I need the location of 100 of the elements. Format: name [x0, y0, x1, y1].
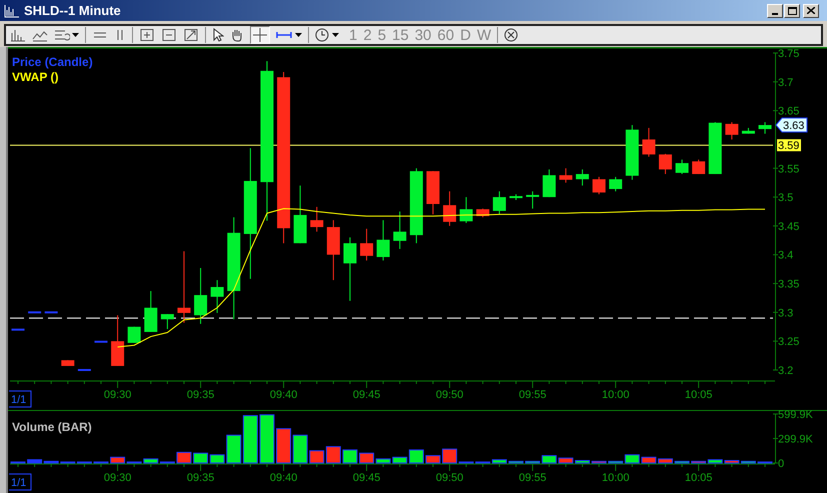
last-price-tag: 3.63: [775, 118, 808, 133]
candlestick: [609, 176, 622, 192]
hand-icon[interactable]: [230, 28, 244, 42]
zoom-in-icon[interactable]: [139, 28, 155, 42]
candlestick: [476, 208, 490, 218]
zoom-fit-icon[interactable]: [183, 28, 199, 42]
candlestick: [360, 228, 374, 261]
time-label: 10:05: [684, 472, 712, 484]
close-button[interactable]: [803, 4, 819, 18]
time-label: 09:40: [270, 389, 298, 402]
period-button[interactable]: 60: [437, 28, 454, 43]
volume-bar: [342, 449, 358, 464]
axis-label: 299.9K: [778, 434, 813, 446]
candlestick: [111, 314, 124, 366]
time-label: 09:40: [270, 472, 298, 484]
volume-bar: [94, 462, 108, 464]
page-indicator[interactable]: 1/1: [8, 390, 32, 408]
candlestick: [44, 311, 58, 314]
time-label: 10:00: [602, 472, 630, 484]
volume-bar: [260, 414, 274, 464]
period-button[interactable]: 30: [414, 28, 432, 43]
candlestick: [210, 280, 224, 314]
minimize-button[interactable]: [767, 4, 783, 18]
candlestick: [708, 122, 722, 175]
axis-label: 3.7: [778, 76, 794, 89]
volume-legend: Volume (BAR): [12, 420, 92, 434]
candlestick: [376, 220, 390, 261]
axis-label: 0: [778, 458, 784, 470]
volume-bar: [276, 428, 292, 464]
candlestick: [94, 340, 108, 343]
maximize-icon: [788, 6, 796, 15]
candlestick: [144, 290, 158, 332]
volume-bar: [758, 462, 772, 464]
candlestick: [393, 211, 406, 250]
period-button[interactable]: 2: [363, 28, 372, 43]
candlestick: [658, 153, 672, 175]
cancel-icon[interactable]: [504, 28, 518, 42]
volume-bar: [674, 460, 690, 464]
candlestick: [78, 369, 91, 372]
bar-chart-icon[interactable]: [10, 28, 26, 42]
minimize-icon: [772, 12, 778, 15]
candlestick: [344, 236, 356, 302]
crosshair-icon: [253, 28, 267, 42]
dropdown-icon[interactable]: [295, 33, 302, 38]
candlestick: [510, 194, 522, 200]
pointer-icon[interactable]: [212, 28, 224, 42]
candlestick: [542, 168, 556, 198]
candlestick: [559, 168, 572, 184]
candlestick: [326, 220, 340, 281]
candlestick: [28, 311, 42, 314]
candlestick: [160, 314, 174, 330]
time-label: 09:35: [186, 389, 214, 402]
candlestick: [310, 206, 324, 232]
candlestick: [626, 124, 639, 180]
volume-bar: [326, 446, 341, 464]
period-button[interactable]: 5: [378, 28, 386, 43]
time-label: 10:00: [602, 389, 630, 402]
zoom-out-icon[interactable]: [161, 28, 177, 42]
candlestick: [12, 328, 24, 331]
price-tag: 3.59: [777, 139, 801, 152]
line-tool-icon[interactable]: [276, 31, 292, 40]
dropdown-icon[interactable]: [332, 33, 339, 38]
axis-label: 3.25: [778, 336, 800, 348]
axis-label: 3.5: [778, 192, 794, 204]
candlestick: [128, 326, 141, 344]
candlestick: [526, 190, 540, 210]
period-button[interactable]: 15: [392, 28, 409, 43]
time-label: 09:50: [436, 472, 464, 484]
volume-bar: [176, 452, 192, 464]
time-label: 09:55: [518, 472, 546, 484]
axis-label: 3.45: [778, 220, 800, 233]
volume-bar: [193, 452, 208, 464]
candlestick: [692, 159, 706, 175]
axis-label: 3.2: [778, 365, 794, 378]
volume-bar: [426, 455, 440, 464]
axis-label: 3.35: [778, 278, 800, 291]
legend-label: Price (Candle): [12, 55, 93, 70]
time-label: 09:45: [352, 389, 380, 402]
axis-label: 3.55: [778, 163, 800, 176]
axis-label: 3.3: [778, 307, 794, 320]
candlestick: [294, 185, 307, 244]
period-button[interactable]: D: [460, 28, 471, 43]
volume-bar: [592, 460, 606, 464]
indicator-icon[interactable]: [54, 28, 70, 42]
maximize-button[interactable]: [784, 4, 800, 18]
clock-icon[interactable]: [315, 28, 329, 42]
time-label: 09:45: [352, 472, 380, 484]
time-label: 09:30: [104, 472, 132, 484]
candlestick: [758, 122, 772, 134]
candlestick: [742, 127, 755, 134]
crosshair-button[interactable]: [250, 26, 270, 44]
candlestick: [443, 190, 456, 226]
dropdown-icon[interactable]: [72, 33, 79, 38]
time-label: 09:55: [518, 389, 546, 402]
chart-icon: [4, 4, 20, 18]
period-button[interactable]: 1: [349, 28, 358, 43]
time-label: 09:30: [104, 389, 132, 402]
page-indicator[interactable]: 1/1: [8, 474, 32, 491]
volume-bar: [10, 462, 26, 464]
period-button[interactable]: W: [476, 28, 492, 43]
